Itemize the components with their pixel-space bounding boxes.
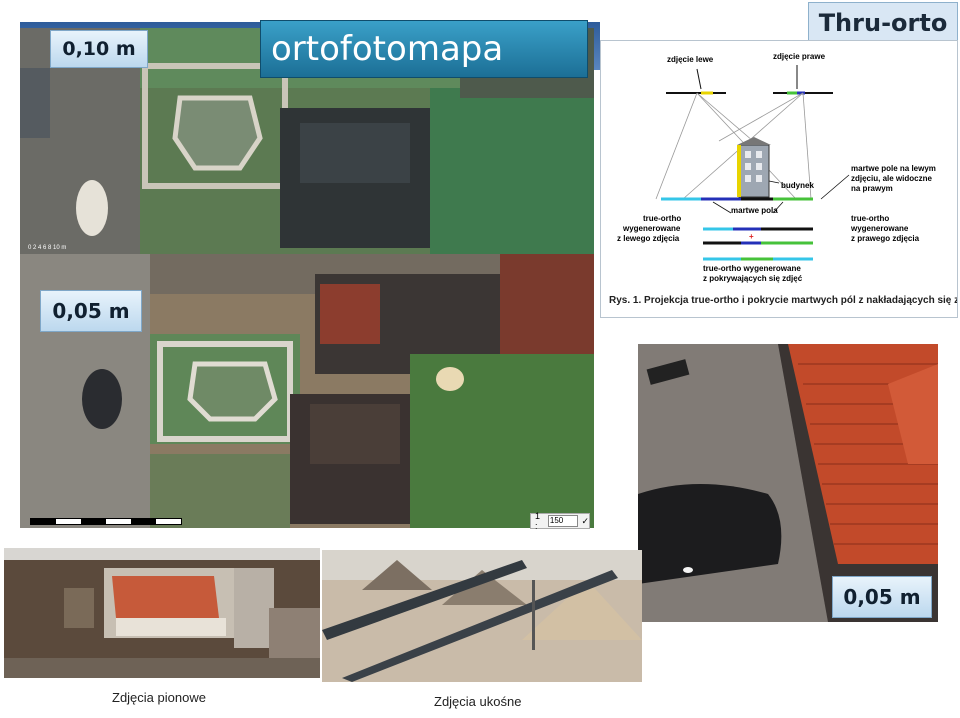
label-left-generated-2: wygenerowane (622, 224, 681, 233)
caption-vertical-images: Zdjęcia pionowe (112, 690, 206, 705)
scale-prefix: 1 : (535, 511, 541, 531)
diagram-caption: Rys. 1. Projekcja true-ortho i pokrycie … (609, 295, 957, 306)
svg-text:0 2 4 6 8 10 m: 0 2 4 6 8 10 m (28, 245, 66, 251)
label-building: budynek (781, 181, 814, 190)
label-left-generated-3: z lewego zdjęcia (617, 234, 680, 243)
label-dead-fields: martwe pola (731, 206, 778, 215)
label-left-photo: zdjęcie lewe (667, 55, 714, 64)
map-scale-bar (30, 518, 182, 525)
resolution-label-005-right: 0,05 m (832, 576, 932, 618)
label-right-photo: zdjęcie prawe (773, 52, 826, 61)
label-combined-1: true-ortho wygenerowane (703, 264, 801, 273)
label-right-generated-2: wygenerowane (850, 224, 909, 233)
note-dead-field-line-2: zdjęciu, ale widoczne (851, 174, 932, 183)
vertical-images-photo (4, 548, 320, 678)
label-right-generated-3: z prawego zdjęcia (851, 234, 920, 243)
svg-text:+: + (749, 232, 754, 241)
label-right-generated-1: true-ortho (851, 214, 889, 223)
thru-orto-title: Thru-orto (808, 2, 958, 44)
label-left-generated-1: true-ortho (643, 214, 681, 223)
note-dead-field-line-3: na prawym (851, 184, 893, 193)
note-dead-field-line-1: martwe pole na lewym (851, 164, 936, 173)
scale-confirm-icon[interactable]: ✓ (581, 516, 589, 527)
caption-oblique-images: Zdjęcia ukośne (434, 694, 522, 709)
scale-control[interactable]: 1 : 150 ✓ (530, 511, 590, 531)
scale-input[interactable]: 150 (547, 515, 579, 527)
oblique-images-photo (322, 550, 642, 682)
label-combined-2: z pokrywających się zdjęć (703, 274, 803, 283)
page-title: ortofotomapa (260, 20, 588, 78)
resolution-label-005-left: 0,05 m (40, 290, 142, 332)
resolution-label-010: 0,10 m (50, 30, 148, 68)
true-ortho-diagram: zdjęcie lewe zdjęcie prawe budynek martw… (600, 40, 960, 318)
